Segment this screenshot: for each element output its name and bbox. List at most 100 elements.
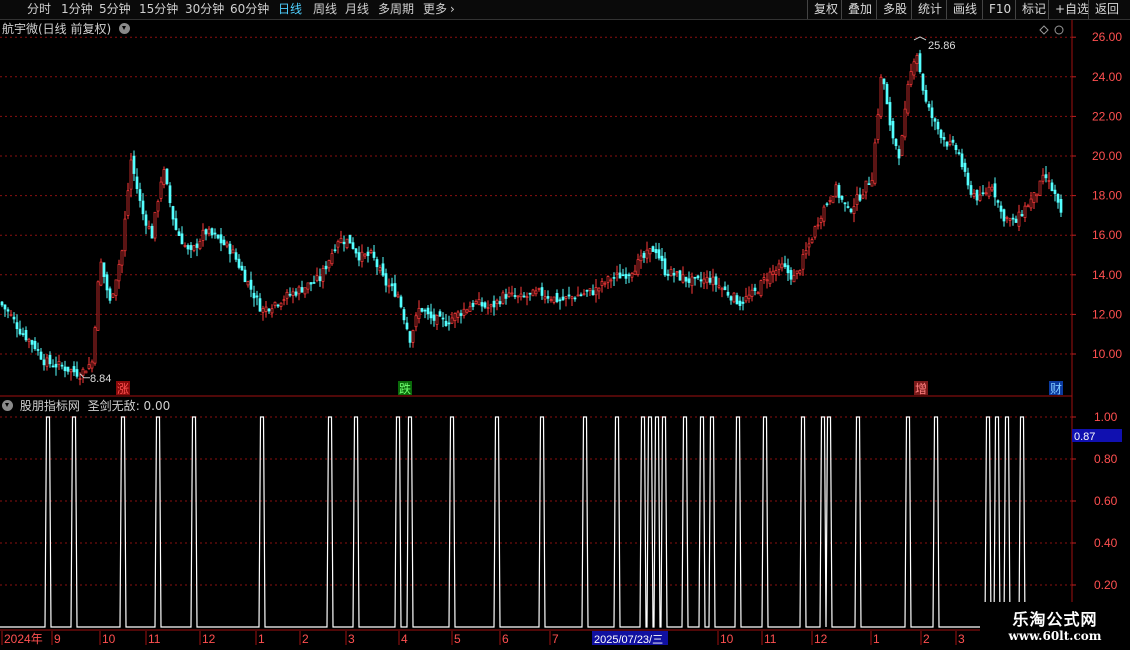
dropdown-icon[interactable] xyxy=(119,23,131,34)
toolbar-button-1[interactable]: 叠加 xyxy=(841,0,878,19)
candle-body xyxy=(498,301,502,305)
candle-body xyxy=(21,333,25,335)
candle-body xyxy=(516,295,520,298)
candle-body xyxy=(297,286,301,295)
toolbar-button-0[interactable]: 复权 xyxy=(807,0,844,19)
candle-body xyxy=(597,287,601,292)
candle-body xyxy=(801,254,805,270)
candle-body xyxy=(783,263,787,268)
candle-body xyxy=(972,192,976,197)
candle-body xyxy=(321,268,325,282)
candle-body xyxy=(954,144,958,151)
toolbar-button-3[interactable]: 统计 xyxy=(911,0,948,19)
candle-body xyxy=(729,296,733,301)
period-tab-10[interactable]: 更多 xyxy=(423,1,447,18)
candle-body xyxy=(636,259,640,276)
event-marker-label[interactable]: 跌 xyxy=(399,381,411,396)
candle-body xyxy=(996,200,1000,203)
candle-body xyxy=(162,169,166,185)
event-marker-label[interactable]: 增 xyxy=(915,382,927,396)
candle-body xyxy=(270,308,274,314)
xaxis-label: 10 xyxy=(720,632,734,646)
period-tab-9[interactable]: 多周期 xyxy=(378,1,414,18)
candle-body xyxy=(81,368,85,376)
candle-body xyxy=(453,313,457,322)
candle-body xyxy=(600,281,604,286)
diamond-icon[interactable] xyxy=(1039,25,1049,35)
candle-body xyxy=(252,292,256,299)
toolbar-button-5[interactable]: F10 xyxy=(982,0,1017,19)
watermark-url: www.60lt.com xyxy=(1008,629,1102,643)
candle-body xyxy=(336,241,340,248)
candle-body xyxy=(171,206,175,220)
low-marker-arrow xyxy=(79,373,90,379)
candle-body xyxy=(438,311,442,317)
price-tick-label: 26.00 xyxy=(1092,30,1122,44)
toolbar-button-2[interactable]: 多股 xyxy=(876,0,913,19)
candle-body xyxy=(582,293,586,296)
period-tab-5[interactable]: 60分钟 xyxy=(230,1,269,18)
candle-body xyxy=(945,141,949,147)
candle-body xyxy=(540,287,544,296)
candle-body xyxy=(78,378,82,380)
candle-body xyxy=(564,296,568,299)
candle-body xyxy=(585,289,589,292)
candle-body xyxy=(39,351,43,360)
candle-body xyxy=(1017,211,1021,227)
period-tab-7[interactable]: 周线 xyxy=(313,1,337,18)
chart-canvas[interactable]: 10.0012.0014.0016.0018.0020.0022.0024.00… xyxy=(0,0,1130,650)
candle-body xyxy=(963,162,967,172)
candle-body xyxy=(351,242,355,249)
candle-body xyxy=(789,270,793,280)
xaxis-label: 2 xyxy=(923,632,930,646)
candle-body xyxy=(561,296,565,301)
toolbar-button-8[interactable]: 返回 xyxy=(1088,0,1125,19)
toolbar-button-4[interactable]: 画线 xyxy=(946,0,983,19)
candle-body xyxy=(201,229,205,241)
indicator-tick-label: 0.60 xyxy=(1094,494,1118,508)
period-tab-4[interactable]: 30分钟 xyxy=(185,1,224,18)
candle-body xyxy=(210,228,214,236)
toolbar-button-6[interactable]: 标记 xyxy=(1015,0,1052,19)
candle-body xyxy=(750,289,754,297)
candle-body xyxy=(315,275,319,281)
event-marker-label[interactable]: 涨 xyxy=(117,381,129,396)
candle-body xyxy=(1041,174,1045,182)
candle-body xyxy=(666,273,670,276)
candle-body xyxy=(192,245,196,251)
event-marker-label[interactable]: 财 xyxy=(1050,382,1062,396)
period-tab-6[interactable]: 日线 xyxy=(278,1,302,18)
candle-body xyxy=(702,278,706,284)
candle-body xyxy=(924,89,928,102)
circle-icon[interactable] xyxy=(1054,25,1064,35)
candle-body xyxy=(633,270,637,275)
candle-body xyxy=(726,291,730,296)
candlestick-series xyxy=(0,49,1063,386)
period-tab-3[interactable]: 15分钟 xyxy=(139,1,178,18)
candle-body xyxy=(645,249,649,259)
candle-body xyxy=(675,271,679,274)
period-tab-1[interactable]: 1分钟 xyxy=(61,1,93,18)
candle-body xyxy=(345,238,349,249)
candle-body xyxy=(135,176,139,189)
period-tab-2[interactable]: 5分钟 xyxy=(99,1,131,18)
period-tab-0[interactable]: 分时 xyxy=(27,1,51,18)
candle-body xyxy=(51,365,55,368)
candle-body xyxy=(819,217,823,223)
period-tab-8[interactable]: 月线 xyxy=(345,1,369,18)
more-chevron-icon[interactable]: › xyxy=(450,1,455,18)
candle-body xyxy=(537,288,541,290)
candle-body xyxy=(798,270,802,274)
candle-body xyxy=(519,293,523,298)
candle-body xyxy=(933,118,937,122)
candle-body xyxy=(261,308,265,313)
candle-body xyxy=(15,322,19,330)
candle-body xyxy=(93,327,97,364)
candle-body xyxy=(1029,198,1033,209)
candle-body xyxy=(828,200,832,202)
candle-body xyxy=(129,159,133,190)
candle-body xyxy=(405,322,409,330)
dropdown-icon[interactable] xyxy=(2,400,13,411)
candle-body xyxy=(84,370,88,374)
main-chart-header: 航宇微(日线 前复权) xyxy=(2,21,133,37)
